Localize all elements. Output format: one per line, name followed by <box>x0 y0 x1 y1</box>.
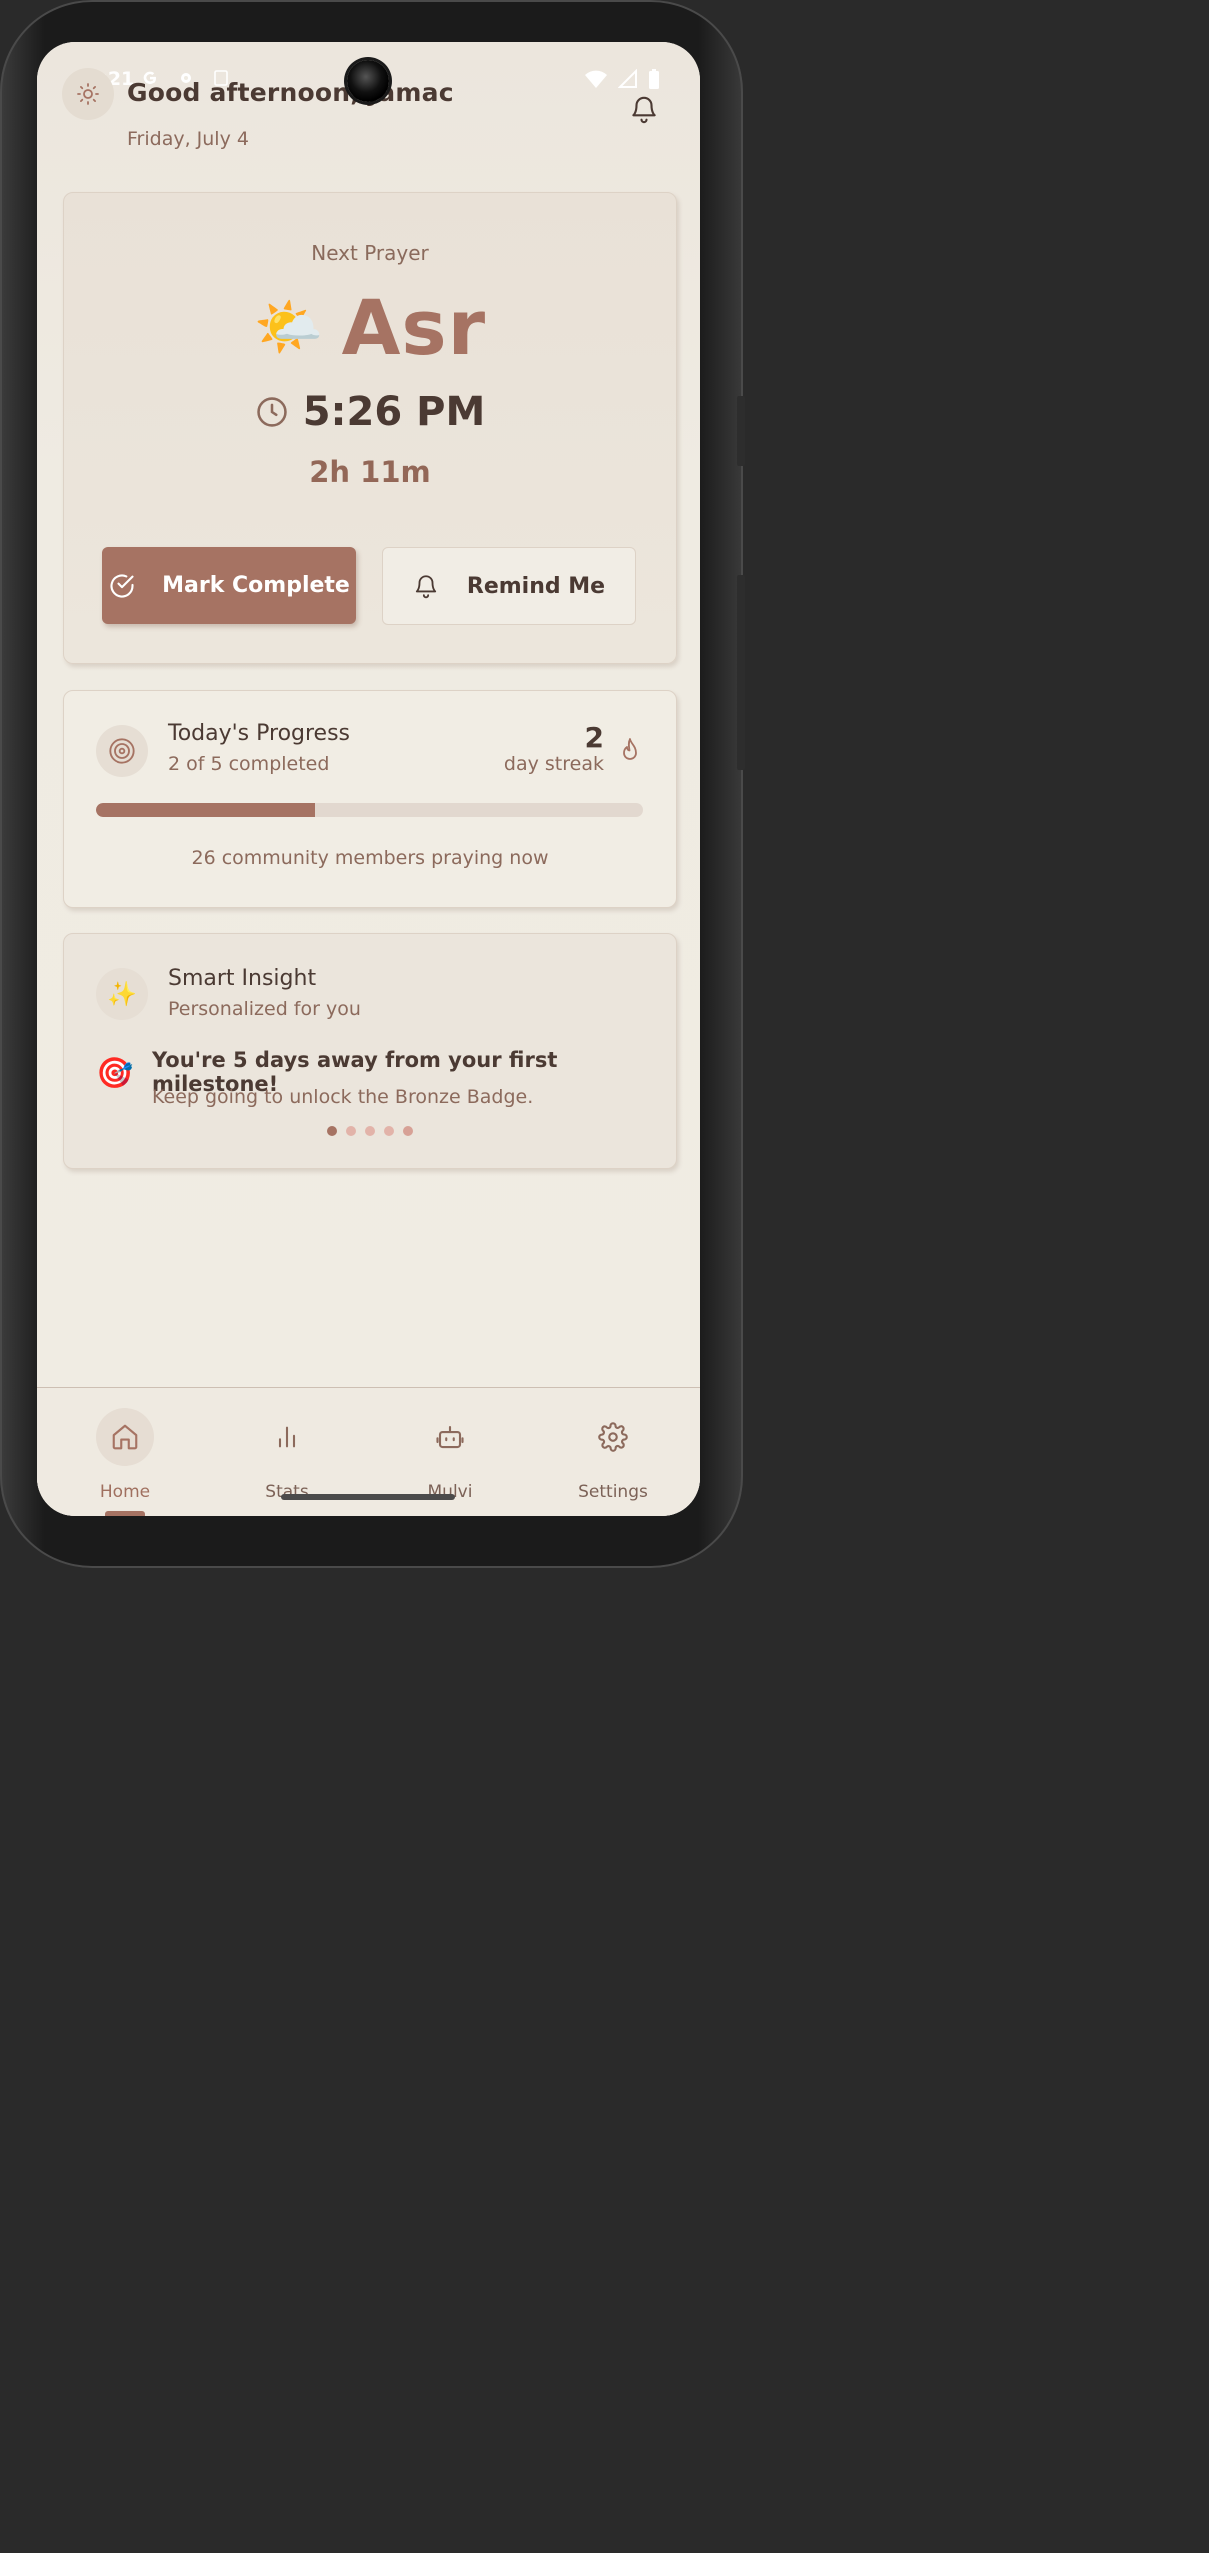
bell-icon <box>415 575 437 599</box>
community-text: 26 community members praying now <box>191 847 549 869</box>
progress-title: Today's Progress <box>168 721 351 746</box>
gear-icon <box>598 1422 628 1452</box>
bar-chart-icon <box>278 1426 296 1448</box>
target-dart-icon: 🎯 <box>96 1056 134 1091</box>
flame-icon <box>623 738 637 760</box>
mark-complete-label: Mark Complete <box>162 573 350 598</box>
prayer-countdown: 2h 11m <box>309 455 431 489</box>
carousel-dot[interactable] <box>403 1126 413 1136</box>
sun-behind-cloud-icon: 🌤️ <box>253 294 324 360</box>
clock-icon <box>256 397 287 427</box>
carousel-dot[interactable] <box>327 1126 337 1136</box>
nav-stats[interactable]: Stats <box>227 1408 347 1502</box>
streak-flame <box>618 737 642 769</box>
remind-me-button[interactable]: Remind Me <box>382 547 636 625</box>
battery-icon <box>649 69 659 89</box>
target-icon <box>109 738 135 764</box>
nav-settings-label: Settings <box>578 1482 648 1502</box>
mark-complete-button[interactable]: Mark Complete <box>102 547 356 624</box>
front-camera <box>347 60 389 102</box>
nav-home-label: Home <box>99 1482 151 1502</box>
carousel-dot[interactable] <box>365 1126 375 1136</box>
streak-count: 2 <box>584 721 604 754</box>
next-prayer-card: Next Prayer 🌤️ Asr 5:26 PM 2h 11m Mark C… <box>63 192 677 664</box>
todays-progress-card: Today's Progress 2 of 5 completed 2 day … <box>63 690 677 908</box>
robot-icon <box>436 1425 464 1449</box>
check-circle-icon <box>110 573 134 598</box>
insight-title: Smart Insight <box>168 966 317 991</box>
bottom-navigation: Home Stats Mulvi Settings <box>37 1387 700 1516</box>
carousel-dot[interactable] <box>346 1126 356 1136</box>
insight-icon-badge: ✨ <box>96 968 148 1020</box>
sparkles-icon: ✨ <box>107 980 137 1008</box>
progress-bar <box>96 803 643 817</box>
remind-me-label: Remind Me <box>466 573 606 599</box>
carousel-dot[interactable] <box>384 1126 394 1136</box>
gesture-home-indicator[interactable] <box>281 1494 455 1500</box>
progress-bar-fill <box>96 803 315 817</box>
next-prayer-label: Next Prayer <box>311 241 429 265</box>
app-screen: 3:21 Good afternoon, Jamac Friday, July … <box>37 42 700 1516</box>
date-text: Friday, July 4 <box>127 128 249 150</box>
phone-frame: 3:21 Good afternoon, Jamac Friday, July … <box>0 0 745 1568</box>
theme-toggle-button[interactable] <box>62 68 114 120</box>
wifi-icon <box>585 70 607 88</box>
bell-icon <box>632 96 656 124</box>
notifications-button[interactable] <box>629 94 659 128</box>
home-icon <box>112 1424 138 1450</box>
carousel-dots[interactable] <box>64 1126 676 1136</box>
greeting-text: Good afternoon, Jamac <box>127 78 454 107</box>
smart-insight-card[interactable]: ✨ Smart Insight Personalized for you 🎯 Y… <box>63 933 677 1169</box>
nav-home[interactable]: Home <box>65 1408 185 1502</box>
prayer-name: Asr <box>341 283 487 372</box>
volume-button <box>737 396 745 466</box>
nav-mulvi[interactable]: Mulvi <box>390 1408 510 1502</box>
active-tab-indicator <box>105 1511 145 1516</box>
prayer-time: 5:26 PM <box>302 389 486 435</box>
signal-icon <box>618 69 637 88</box>
insight-body: Keep going to unlock the Bronze Badge. <box>152 1086 534 1108</box>
nav-settings[interactable]: Settings <box>553 1408 673 1502</box>
sun-icon <box>77 83 99 105</box>
insight-subtitle: Personalized for you <box>168 998 361 1020</box>
progress-subtitle: 2 of 5 completed <box>168 753 330 775</box>
power-button <box>737 575 745 770</box>
streak-label: day streak <box>503 753 604 775</box>
progress-icon-badge <box>96 725 148 777</box>
